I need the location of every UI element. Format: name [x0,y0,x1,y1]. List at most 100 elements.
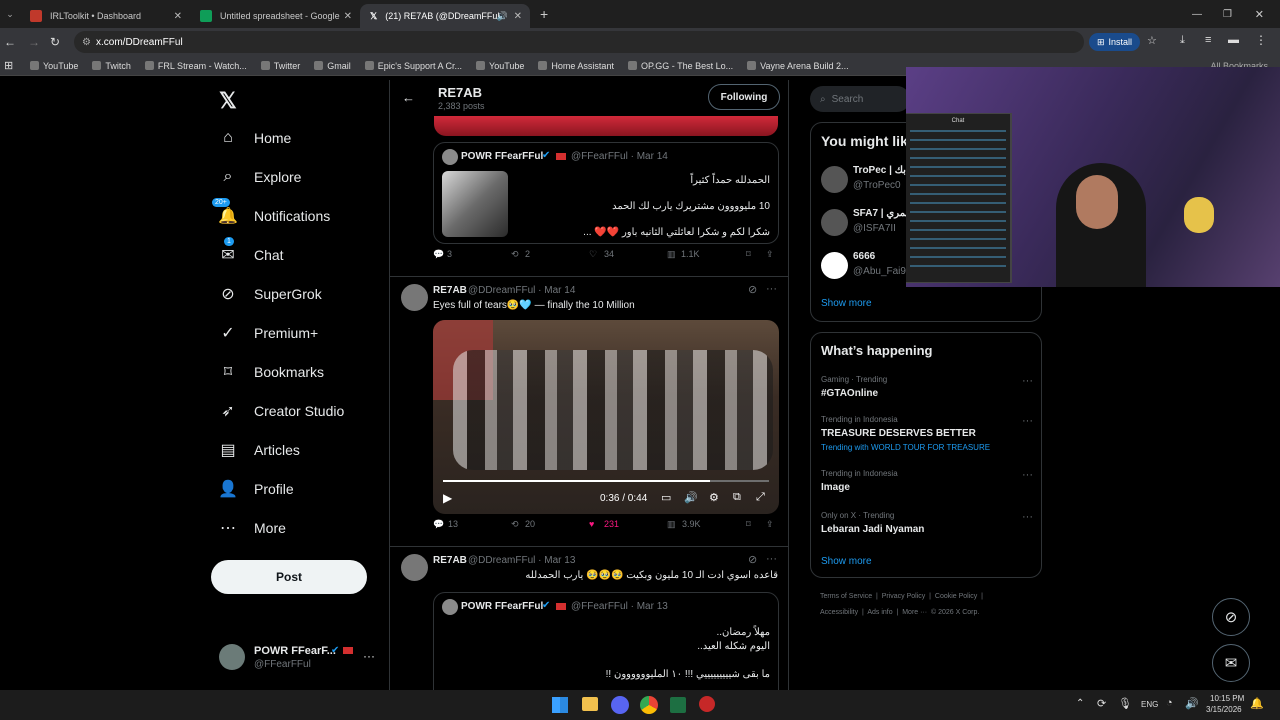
volume-icon[interactable]: 🔊 [684,491,698,504]
quote-thumbnail[interactable] [442,171,508,237]
fullscreen-icon[interactable]: ⤢ [756,491,765,504]
footer-links-2[interactable]: Accessibility | Ads info | More ··· © 20… [820,609,979,616]
more-dots-icon[interactable]: ··· [766,553,777,565]
restore-button[interactable]: ❐ [1223,9,1232,20]
tray-app-icon[interactable]: ⟳ [1097,697,1106,710]
nav-item-premium[interactable]: ✓ Premium+ [218,323,318,343]
bookmark-item[interactable]: Home Assistant [538,61,614,71]
captions-icon[interactable]: ▭ [661,491,671,504]
views-icon[interactable]: ▥ [667,519,676,530]
nav-item-explore[interactable]: ⌕ Explore [218,167,302,187]
discord-icon[interactable] [611,696,629,714]
bookmark-item[interactable]: Epic's Support A Cr... [364,61,462,71]
pip-icon[interactable]: ⧉ [733,491,741,504]
microphone-icon[interactable]: 🎙 [1118,697,1132,710]
nav-item-more[interactable]: ⋯ More [218,518,286,538]
clock-date[interactable]: 3/15/2026 [1206,705,1242,714]
tweet-video[interactable]: ▶ 0:36 / 0:44 ▭ 🔊 ⚙ ⧉ ⤢ [433,320,779,514]
x-logo-icon[interactable]: 𝕏 [219,88,237,114]
share-icon[interactable]: ⇪ [766,249,774,260]
settings-icon[interactable]: ⚙ [709,491,719,504]
menu-icon[interactable]: ⋮ [1255,33,1267,47]
nav-item-bookmarks[interactable]: ⌑ Bookmarks [218,362,324,382]
like-icon[interactable]: ♥ [589,519,594,529]
tab-re7ab[interactable]: 𝕏 (21) RE7AB (@DDreamFFul 🔊 ✕ [360,4,530,28]
media-icon[interactable]: ≡ [1205,34,1211,46]
trend-item[interactable]: Trending in Indonesia Image ··· [821,469,1033,509]
speaker-icon[interactable]: 🔊 [497,11,508,22]
minimize-button[interactable]: — [1192,9,1202,20]
close-icon[interactable]: ✕ [514,11,522,22]
trend-item[interactable]: Gaming · Trending #GTAOnline ··· [821,375,1033,415]
star-icon[interactable]: ☆ [1147,34,1157,47]
bookmark-item[interactable]: Gmail [314,61,351,71]
nav-item-articles[interactable]: ▤ Articles [218,440,299,460]
bookmark-item[interactable]: Twitch [92,61,131,71]
following-button[interactable]: Following [708,84,780,110]
show-more-link[interactable]: Show more [821,298,872,309]
new-tab-button[interactable]: + [540,6,548,22]
bookmark-icon[interactable]: ⌑ [746,249,751,260]
back-arrow-icon[interactable]: ← [402,90,415,105]
more-dots-icon[interactable]: ··· [1022,415,1033,427]
more-dots-icon[interactable]: ··· [1022,375,1033,387]
tab-irltoolkit[interactable]: IRLToolkit • Dashboard ✕ [20,4,190,28]
url-input[interactable]: ⚙ x.com/DDreamFFul [74,31,1084,53]
grok-icon[interactable]: ⊘ [748,283,757,296]
close-icon[interactable]: ✕ [344,11,352,22]
tab-spreadsheet[interactable]: Untitled spreadsheet - Google ✕ [190,4,360,28]
more-dots-icon[interactable]: ··· [363,649,375,663]
bookmark-item[interactable]: FRL Stream - Watch... [144,61,247,71]
video-progress-track[interactable] [443,480,769,482]
bookmark-item[interactable]: OP.GG - The Best Lo... [627,61,733,71]
tweet-author[interactable]: RE7AB [433,285,467,296]
back-icon[interactable]: ← [4,35,16,49]
more-dots-icon[interactable]: ··· [766,283,777,295]
forward-icon[interactable]: → [28,35,40,49]
apps-icon[interactable]: ⊞ [4,59,13,72]
account-switcher[interactable]: POWR FFearF... ✔ @FFearFFul ··· [219,644,379,674]
volume-icon[interactable]: 🔊 [1185,697,1199,710]
language-indicator[interactable]: ENG [1141,700,1158,709]
start-icon[interactable] [552,697,568,713]
tab-list-chevron-icon[interactable]: ⌄ [0,9,20,20]
reply-icon[interactable]: 💬 [433,519,444,530]
bookmark-item[interactable]: YouTube [30,61,78,71]
post-button[interactable]: Post [211,560,367,594]
tweet-author[interactable]: RE7AB [433,555,467,566]
bookmark-item[interactable]: Twitter [260,61,300,71]
quoted-tweet[interactable]: POWR FFearFFul ✔ @FFearFFul · Mar 13 مهل… [433,592,779,690]
play-icon[interactable]: ▶ [443,491,452,505]
bookmark-item[interactable]: YouTube [476,61,524,71]
bookmark-item[interactable]: Vayne Arena Build 2... [747,61,849,71]
nav-item-notifications[interactable]: 🔔 20+ Notifications [212,198,330,226]
messages-floating-button[interactable]: ✉ [1212,644,1250,682]
nav-item-supergrok[interactable]: ⊘ SuperGrok [218,284,321,304]
repost-icon[interactable]: ⟲ [511,249,519,260]
nav-item-creator-studio[interactable]: ➶ Creator Studio [218,401,344,421]
reload-icon[interactable]: ↻ [50,35,60,49]
quoted-tweet[interactable]: POWR FFearFFul ✔ @FFearFFul · Mar 14 الح… [433,142,779,244]
nav-item-profile[interactable]: 👤 Profile [218,479,294,499]
reply-icon[interactable]: 💬 [433,249,444,260]
window-close-button[interactable]: ✕ [1255,8,1264,21]
tweet-avatar[interactable] [401,284,428,311]
trend-item[interactable]: Trending in Indonesia TREASURE DESERVES B… [821,415,1033,455]
repost-icon[interactable]: ⟲ [511,519,519,530]
grok-icon[interactable]: ⊘ [748,553,757,566]
clock-time[interactable]: 10:15 PM [1210,694,1244,703]
trend-item[interactable]: Only on X · Trending Lebaran Jadi Nyaman ·… [821,511,1033,551]
close-icon[interactable]: ✕ [174,11,182,22]
search-input[interactable]: ⌕ Search [810,86,910,112]
chrome-icon[interactable] [640,696,658,714]
profile-icon[interactable]: ▬ [1228,34,1239,46]
install-button[interactable]: ⊞ Install [1089,33,1141,51]
more-dots-icon[interactable]: ··· [1022,511,1033,523]
footer-links[interactable]: Terms of Service | Privacy Policy | Cook… [820,593,983,600]
excel-icon[interactable] [670,697,686,713]
nav-item-chat[interactable]: ✉ 1 Chat [218,237,284,265]
show-more-link[interactable]: Show more [821,556,872,567]
nav-item-home[interactable]: ⌂ Home [218,128,291,148]
more-dots-icon[interactable]: ··· [1022,469,1033,481]
grok-floating-button[interactable]: ⊘ [1212,598,1250,636]
